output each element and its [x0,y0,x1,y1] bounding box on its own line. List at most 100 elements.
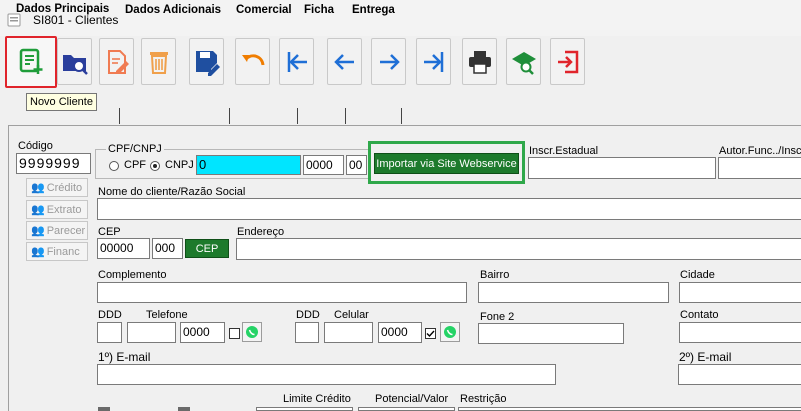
cep-input-2[interactable]: 000 [152,238,183,259]
tooltip-new-client: Novo Cliente [26,93,97,111]
cpf-radio[interactable] [109,161,119,171]
book-search-icon [511,51,536,75]
financ-button[interactable]: 👥 Financ [26,242,88,261]
cnpj-radio[interactable] [150,161,160,171]
last-record-button[interactable] [416,38,451,85]
contato-input[interactable] [679,322,801,343]
new-client-button[interactable] [5,36,57,88]
delete-client-button[interactable] [141,38,176,85]
credito-button[interactable]: 👥 Crédito [26,178,88,197]
title-bar [0,0,801,36]
check-icon [426,330,435,338]
telefone-input-2[interactable]: 0000 [180,322,225,343]
previous-record-button[interactable] [327,38,362,85]
cnpj-input[interactable]: 0 [196,155,301,175]
parecer-button[interactable]: 👥 Parecer [26,221,88,240]
complemento-label: Complemento [98,269,167,281]
telefone-label: Telefone [146,309,188,321]
endereco-input[interactable] [236,238,801,260]
limite-credito-input[interactable] [256,407,353,411]
email2-label: 2º) E-mail [679,350,732,364]
undo-button[interactable] [235,38,270,85]
new-document-icon [19,48,43,74]
telefone-whatsapp-checkbox[interactable] [229,328,240,339]
tab-dados-adicionais[interactable]: Dados Adicionais [125,1,221,19]
tab-comercial[interactable]: Comercial [236,1,292,19]
credito-label: Crédito [46,181,83,194]
bairro-input[interactable] [478,282,669,303]
codigo-label: Código [18,140,53,152]
first-record-icon [287,51,307,72]
tab-separator [401,108,402,124]
people-icon: 👥 [31,204,45,216]
extrato-button[interactable]: 👥 Extrato [26,200,88,219]
undo-icon [241,53,264,65]
dropdown-stub[interactable] [98,407,110,411]
complemento-input[interactable] [97,282,467,303]
tab-dados-principais[interactable]: Dados Principais [16,0,109,18]
next-record-button[interactable] [371,38,406,85]
people-icon: 👥 [31,182,45,194]
email2-input[interactable] [678,364,801,385]
edit-client-button[interactable] [99,38,134,85]
whatsapp-icon [444,326,456,338]
dropdown-stub[interactable] [178,407,190,411]
autor-func-input[interactable] [718,157,801,179]
first-record-button[interactable] [279,38,314,85]
telefone-whatsapp-button[interactable] [242,322,262,342]
exit-icon [557,50,578,73]
telefone-input-1[interactable] [127,322,176,343]
bairro-label: Bairro [480,269,510,281]
tab-ficha[interactable]: Ficha [304,1,334,19]
save-client-button[interactable] [189,38,224,85]
print-button[interactable] [462,38,497,85]
inscr-estadual-input[interactable] [528,157,716,179]
celular-input-1[interactable] [324,322,373,343]
whatsapp-icon [246,326,258,338]
cep-search-button[interactable]: CEP [185,239,229,258]
save-edit-icon [195,50,220,76]
parecer-label: Parecer [46,224,86,237]
celular-input-2[interactable]: 0000 [378,322,422,343]
contato-label: Contato [680,309,719,321]
book-search-button[interactable] [506,38,541,85]
tab-separator [297,108,298,124]
ddd-input-1[interactable] [97,322,122,343]
email1-input[interactable] [97,364,556,385]
fone2-input[interactable] [478,323,624,344]
ddd-input-2[interactable] [295,322,319,343]
nome-input[interactable] [97,198,801,220]
cidade-input[interactable] [679,282,801,303]
cep-label: CEP [98,226,121,238]
tab-entrega[interactable]: Entrega [352,1,395,19]
exit-button[interactable] [550,38,585,85]
cidade-label: Cidade [680,269,715,281]
folder-search-icon [62,54,88,75]
cnpj-check-input[interactable]: 00 [346,155,367,175]
email1-label: 1º) E-mail [98,350,151,364]
cpf-cnpj-label: CPF/CNPJ [106,143,164,155]
people-icon: 👥 [31,225,45,237]
codigo-input[interactable]: 9999999 [16,153,91,174]
people-icon: 👥 [31,246,45,258]
last-record-icon [423,51,443,72]
potencial-valor-label: Potencial/Valor [375,393,449,405]
restricao-label: Restrição [460,393,507,405]
edit-document-icon [107,49,129,74]
cep-input-1[interactable]: 00000 [97,238,150,259]
celular-whatsapp-button[interactable] [440,322,460,342]
ddd-label-2: DDD [296,309,320,321]
limite-credito-label: Limite Crédito [283,393,351,405]
cnpj-branch-input[interactable]: 0000 [303,155,344,175]
import-webservice-button[interactable]: Importar via Site Webservice [374,153,519,174]
ddd-label-1: DDD [98,309,122,321]
potencial-valor-input[interactable] [358,407,455,411]
restricao-input[interactable] [458,407,801,411]
next-record-icon [379,53,400,70]
trash-icon [149,51,168,74]
financ-label: Financ [46,245,80,258]
celular-whatsapp-checkbox[interactable] [425,328,436,339]
search-client-button[interactable] [57,38,92,85]
cnpj-label: CNPJ [165,159,194,171]
tab-separator [119,108,120,124]
